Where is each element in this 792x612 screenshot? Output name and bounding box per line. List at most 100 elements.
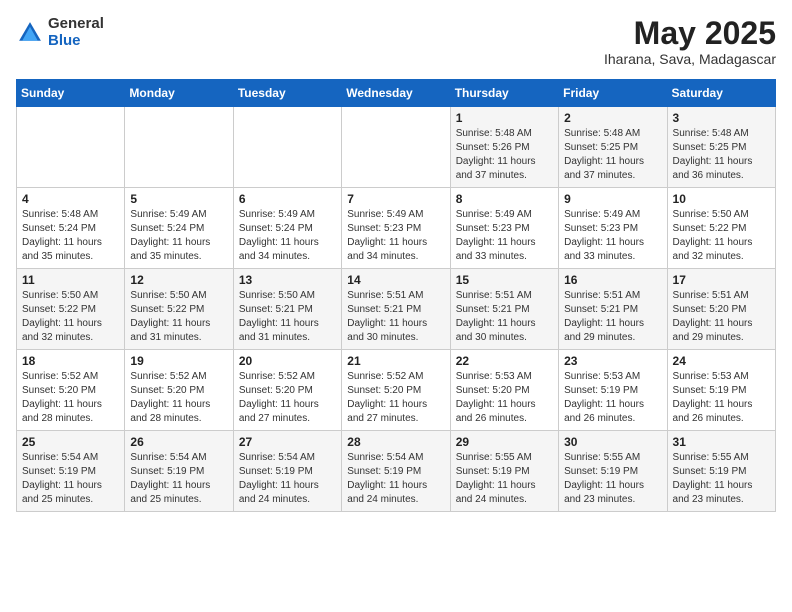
day-number: 14 [347,273,444,287]
day-info: Sunrise: 5:49 AM Sunset: 5:24 PM Dayligh… [130,208,227,264]
header-day-tuesday: Tuesday [233,80,341,107]
day-info: Sunrise: 5:50 AM Sunset: 5:22 PM Dayligh… [673,208,770,264]
day-info: Sunrise: 5:53 AM Sunset: 5:19 PM Dayligh… [673,370,770,426]
day-info: Sunrise: 5:49 AM Sunset: 5:23 PM Dayligh… [347,208,444,264]
day-info: Sunrise: 5:48 AM Sunset: 5:26 PM Dayligh… [456,127,553,183]
calendar-cell: 11 Sunrise: 5:50 AM Sunset: 5:22 PM Dayli… [17,269,125,350]
calendar-cell: 1Sunrise: 5:48 AM Sunset: 5:26 PM Daylig… [450,107,558,188]
day-info: Sunrise: 5:51 AM Sunset: 5:20 PM Dayligh… [673,289,770,345]
logo: General Blue [16,16,104,49]
calendar-cell: 22 Sunrise: 5:53 AM Sunset: 5:20 PM Dayli… [450,350,558,431]
day-number: 20 [239,354,336,368]
day-number: 18 [22,354,119,368]
day-info: Sunrise: 5:49 AM Sunset: 5:24 PM Dayligh… [239,208,336,264]
calendar-week-2: 4 Sunrise: 5:48 AM Sunset: 5:24 PM Daylig… [17,188,776,269]
calendar-cell: 24 Sunrise: 5:53 AM Sunset: 5:19 PM Dayli… [667,350,775,431]
day-number: 21 [347,354,444,368]
day-info: Sunrise: 5:52 AM Sunset: 5:20 PM Dayligh… [130,370,227,426]
day-info: Sunrise: 5:55 AM Sunset: 5:19 PM Dayligh… [564,451,661,507]
day-info: Sunrise: 5:52 AM Sunset: 5:20 PM Dayligh… [22,370,119,426]
day-number: 29 [456,435,553,449]
day-info: Sunrise: 5:55 AM Sunset: 5:19 PM Dayligh… [673,451,770,507]
calendar-cell: 17Sunrise: 5:51 AM Sunset: 5:20 PM Dayli… [667,269,775,350]
day-number: 27 [239,435,336,449]
day-info: Sunrise: 5:54 AM Sunset: 5:19 PM Dayligh… [130,451,227,507]
day-number: 31 [673,435,770,449]
title-block: May 2025 Iharana, Sava, Madagascar [604,16,776,67]
day-number: 6 [239,192,336,206]
calendar-header: SundayMondayTuesdayWednesdayThursdayFrid… [17,80,776,107]
day-number: 23 [564,354,661,368]
day-info: Sunrise: 5:48 AM Sunset: 5:24 PM Dayligh… [22,208,119,264]
day-number: 15 [456,273,553,287]
day-number: 12 [130,273,227,287]
calendar-table: SundayMondayTuesdayWednesdayThursdayFrid… [16,79,776,512]
calendar-week-4: 18 Sunrise: 5:52 AM Sunset: 5:20 PM Dayli… [17,350,776,431]
day-info: Sunrise: 5:51 AM Sunset: 5:21 PM Dayligh… [564,289,661,345]
day-number: 3 [673,111,770,125]
calendar-cell: 4 Sunrise: 5:48 AM Sunset: 5:24 PM Daylig… [17,188,125,269]
calendar-cell: 19Sunrise: 5:52 AM Sunset: 5:20 PM Dayli… [125,350,233,431]
day-number: 26 [130,435,227,449]
calendar-cell: 30 Sunrise: 5:55 AM Sunset: 5:19 PM Dayli… [559,431,667,512]
header-day-friday: Friday [559,80,667,107]
day-info: Sunrise: 5:51 AM Sunset: 5:21 PM Dayligh… [347,289,444,345]
calendar-cell: 16Sunrise: 5:51 AM Sunset: 5:21 PM Dayli… [559,269,667,350]
calendar-cell: 15 Sunrise: 5:51 AM Sunset: 5:21 PM Dayli… [450,269,558,350]
day-number: 11 [22,273,119,287]
day-number: 4 [22,192,119,206]
day-info: Sunrise: 5:54 AM Sunset: 5:19 PM Dayligh… [22,451,119,507]
day-number: 9 [564,192,661,206]
page-header: General Blue May 2025 Iharana, Sava, Mad… [16,16,776,67]
calendar-cell: 29Sunrise: 5:55 AM Sunset: 5:19 PM Dayli… [450,431,558,512]
calendar-cell [342,107,450,188]
calendar-week-5: 25Sunrise: 5:54 AM Sunset: 5:19 PM Dayli… [17,431,776,512]
day-info: Sunrise: 5:54 AM Sunset: 5:19 PM Dayligh… [239,451,336,507]
day-info: Sunrise: 5:53 AM Sunset: 5:19 PM Dayligh… [564,370,661,426]
day-info: Sunrise: 5:48 AM Sunset: 5:25 PM Dayligh… [673,127,770,183]
calendar-cell: 10 Sunrise: 5:50 AM Sunset: 5:22 PM Dayli… [667,188,775,269]
calendar-cell: 31 Sunrise: 5:55 AM Sunset: 5:19 PM Dayli… [667,431,775,512]
day-info: Sunrise: 5:49 AM Sunset: 5:23 PM Dayligh… [456,208,553,264]
day-number: 2 [564,111,661,125]
calendar-body: 1Sunrise: 5:48 AM Sunset: 5:26 PM Daylig… [17,107,776,512]
calendar-cell [233,107,341,188]
day-info: Sunrise: 5:53 AM Sunset: 5:20 PM Dayligh… [456,370,553,426]
calendar-cell: 27 Sunrise: 5:54 AM Sunset: 5:19 PM Dayli… [233,431,341,512]
calendar-cell: 8Sunrise: 5:49 AM Sunset: 5:23 PM Daylig… [450,188,558,269]
calendar-cell: 7 Sunrise: 5:49 AM Sunset: 5:23 PM Daylig… [342,188,450,269]
day-info: Sunrise: 5:54 AM Sunset: 5:19 PM Dayligh… [347,451,444,507]
day-info: Sunrise: 5:48 AM Sunset: 5:25 PM Dayligh… [564,127,661,183]
day-info: Sunrise: 5:51 AM Sunset: 5:21 PM Dayligh… [456,289,553,345]
day-number: 5 [130,192,227,206]
calendar-cell: 14 Sunrise: 5:51 AM Sunset: 5:21 PM Dayli… [342,269,450,350]
day-info: Sunrise: 5:49 AM Sunset: 5:23 PM Dayligh… [564,208,661,264]
calendar-cell [125,107,233,188]
logo-general-text: General [48,16,104,33]
day-number: 10 [673,192,770,206]
day-info: Sunrise: 5:50 AM Sunset: 5:22 PM Dayligh… [130,289,227,345]
day-info: Sunrise: 5:52 AM Sunset: 5:20 PM Dayligh… [347,370,444,426]
header-day-wednesday: Wednesday [342,80,450,107]
calendar-cell: 13Sunrise: 5:50 AM Sunset: 5:21 PM Dayli… [233,269,341,350]
calendar-cell: 12 Sunrise: 5:50 AM Sunset: 5:22 PM Dayli… [125,269,233,350]
calendar-cell: 23 Sunrise: 5:53 AM Sunset: 5:19 PM Dayli… [559,350,667,431]
calendar-cell: 26 Sunrise: 5:54 AM Sunset: 5:19 PM Dayli… [125,431,233,512]
calendar-cell: 18 Sunrise: 5:52 AM Sunset: 5:20 PM Dayli… [17,350,125,431]
day-info: Sunrise: 5:50 AM Sunset: 5:22 PM Dayligh… [22,289,119,345]
header-day-monday: Monday [125,80,233,107]
day-number: 7 [347,192,444,206]
calendar-cell: 9 Sunrise: 5:49 AM Sunset: 5:23 PM Daylig… [559,188,667,269]
header-day-saturday: Saturday [667,80,775,107]
calendar-cell: 2 Sunrise: 5:48 AM Sunset: 5:25 PM Daylig… [559,107,667,188]
day-number: 22 [456,354,553,368]
calendar-cell [17,107,125,188]
day-number: 30 [564,435,661,449]
logo-text: General Blue [48,16,104,49]
calendar-cell: 21 Sunrise: 5:52 AM Sunset: 5:20 PM Dayli… [342,350,450,431]
day-number: 24 [673,354,770,368]
logo-icon [16,19,44,47]
calendar-week-1: 1Sunrise: 5:48 AM Sunset: 5:26 PM Daylig… [17,107,776,188]
calendar-cell: 25Sunrise: 5:54 AM Sunset: 5:19 PM Dayli… [17,431,125,512]
header-day-thursday: Thursday [450,80,558,107]
